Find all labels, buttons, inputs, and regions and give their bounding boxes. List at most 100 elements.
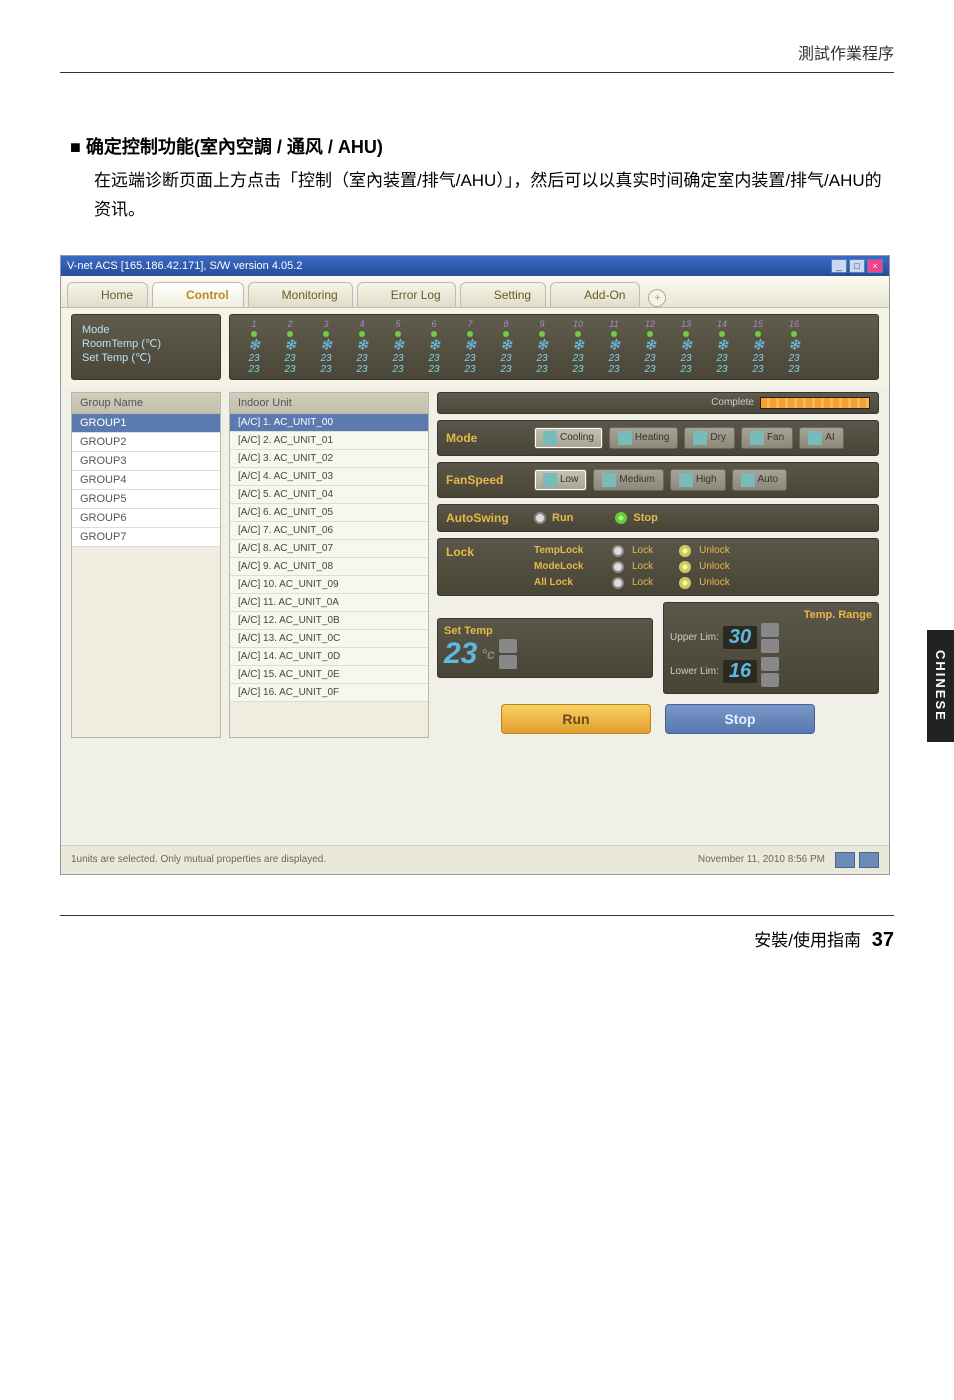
temprange-panel: Temp. Range Upper Lim: 30 Lower Lim: 16 bbox=[663, 602, 879, 694]
unit-col-15[interactable]: 15❄2323 bbox=[740, 319, 776, 375]
settemp-value: 23 bbox=[444, 637, 477, 671]
lower-down-button[interactable] bbox=[761, 673, 779, 687]
group-panel: Group Name GROUP1GROUP2GROUP3GROUP4GROUP… bbox=[71, 392, 221, 738]
fan-option-low[interactable]: Low bbox=[534, 469, 587, 491]
unlock-radio[interactable] bbox=[679, 545, 691, 557]
unit-col-7[interactable]: 7❄2323 bbox=[452, 319, 488, 375]
indoor-unit-row[interactable]: [A/C] 9. AC_UNIT_08 bbox=[230, 558, 428, 576]
temprange-label: Temp. Range bbox=[670, 609, 872, 621]
tab-add-on[interactable]: Add-On bbox=[550, 282, 640, 307]
group-row[interactable]: GROUP1 bbox=[72, 414, 220, 433]
add-tab-button[interactable]: + bbox=[648, 289, 666, 307]
settemp-panel-label: Set Temp bbox=[444, 625, 646, 637]
indoor-unit-row[interactable]: [A/C] 1. AC_UNIT_00 bbox=[230, 414, 428, 432]
unlock-radio[interactable] bbox=[679, 561, 691, 573]
autoswing-stop-radio[interactable] bbox=[615, 512, 627, 524]
complete-label: Complete bbox=[711, 397, 754, 408]
upper-down-button[interactable] bbox=[761, 639, 779, 653]
unit-col-11[interactable]: 11❄2323 bbox=[596, 319, 632, 375]
unit-col-16[interactable]: 16❄2323 bbox=[776, 319, 812, 375]
lock-radio[interactable] bbox=[612, 545, 624, 557]
settemp-label: Set Temp (℃) bbox=[82, 351, 151, 364]
upper-limit-label: Upper Lim: bbox=[670, 632, 719, 643]
indoor-unit-row[interactable]: [A/C] 16. AC_UNIT_0F bbox=[230, 684, 428, 702]
group-row[interactable]: GROUP2 bbox=[72, 433, 220, 452]
indoor-unit-row[interactable]: [A/C] 2. AC_UNIT_01 bbox=[230, 432, 428, 450]
unit-col-9[interactable]: 9❄2323 bbox=[524, 319, 560, 375]
stop-button[interactable]: Stop bbox=[665, 704, 815, 734]
mode-option-ai[interactable]: AI bbox=[799, 427, 843, 449]
autoswing-stop-label: Stop bbox=[633, 512, 657, 524]
group-header: Group Name bbox=[72, 393, 220, 414]
unit-col-1[interactable]: 1❄2323 bbox=[236, 319, 272, 375]
tab-error-log[interactable]: Error Log bbox=[357, 282, 456, 307]
status-icon-2[interactable] bbox=[859, 852, 879, 868]
lock-radio[interactable] bbox=[612, 577, 624, 589]
lock-radio[interactable] bbox=[612, 561, 624, 573]
unit-col-12[interactable]: 12❄2323 bbox=[632, 319, 668, 375]
page-number: 37 bbox=[872, 929, 894, 951]
settemp-up-button[interactable] bbox=[499, 639, 517, 653]
indoor-unit-row[interactable]: [A/C] 11. AC_UNIT_0A bbox=[230, 594, 428, 612]
close-button[interactable]: × bbox=[867, 259, 883, 273]
tab-bar: HomeControlMonitoringError LogSettingAdd… bbox=[61, 276, 889, 308]
indoor-unit-row[interactable]: [A/C] 14. AC_UNIT_0D bbox=[230, 648, 428, 666]
roomtemp-label: RoomTemp (℃) bbox=[82, 337, 161, 350]
group-row[interactable]: GROUP3 bbox=[72, 452, 220, 471]
fan-option-medium[interactable]: Medium bbox=[593, 469, 664, 491]
indoor-unit-row[interactable]: [A/C] 10. AC_UNIT_09 bbox=[230, 576, 428, 594]
indoor-unit-row[interactable]: [A/C] 3. AC_UNIT_02 bbox=[230, 450, 428, 468]
unlock-radio[interactable] bbox=[679, 577, 691, 589]
unit-col-3[interactable]: 3❄2323 bbox=[308, 319, 344, 375]
unit-col-10[interactable]: 10❄2323 bbox=[560, 319, 596, 375]
indoor-header: Indoor Unit bbox=[230, 393, 428, 414]
mode-option-fan[interactable]: Fan bbox=[741, 427, 793, 449]
window-title: V-net ACS [165.186.42.171], S/W version … bbox=[67, 260, 302, 272]
lower-up-button[interactable] bbox=[761, 657, 779, 671]
unit-col-6[interactable]: 6❄2323 bbox=[416, 319, 452, 375]
unit-col-5[interactable]: 5❄2323 bbox=[380, 319, 416, 375]
group-row[interactable]: GROUP6 bbox=[72, 509, 220, 528]
indoor-unit-row[interactable]: [A/C] 5. AC_UNIT_04 bbox=[230, 486, 428, 504]
mode-option-cooling[interactable]: Cooling bbox=[534, 427, 603, 449]
settemp-down-button[interactable] bbox=[499, 655, 517, 669]
fan-option-auto[interactable]: Auto bbox=[732, 469, 788, 491]
unit-col-13[interactable]: 13❄2323 bbox=[668, 319, 704, 375]
run-button[interactable]: Run bbox=[501, 704, 651, 734]
unit-col-14[interactable]: 14❄2323 bbox=[704, 319, 740, 375]
indoor-unit-row[interactable]: [A/C] 7. AC_UNIT_06 bbox=[230, 522, 428, 540]
status-icon-1[interactable] bbox=[835, 852, 855, 868]
group-row[interactable]: GROUP7 bbox=[72, 528, 220, 547]
tab-control[interactable]: Control bbox=[152, 282, 244, 307]
group-row[interactable]: GROUP5 bbox=[72, 490, 220, 509]
mode-option-dry[interactable]: Dry bbox=[684, 427, 735, 449]
mode-label: Mode bbox=[82, 324, 110, 336]
mode-control-label: Mode bbox=[446, 431, 526, 445]
tab-home[interactable]: Home bbox=[67, 282, 148, 307]
group-row[interactable]: GROUP4 bbox=[72, 471, 220, 490]
minimize-button[interactable]: _ bbox=[831, 259, 847, 273]
autoswing-run-radio[interactable] bbox=[534, 512, 546, 524]
indoor-unit-row[interactable]: [A/C] 4. AC_UNIT_03 bbox=[230, 468, 428, 486]
settemp-unit: °c bbox=[481, 646, 494, 662]
app-window: V-net ACS [165.186.42.171], S/W version … bbox=[60, 255, 890, 875]
unit-col-4[interactable]: 4❄2323 bbox=[344, 319, 380, 375]
tab-monitoring[interactable]: Monitoring bbox=[248, 282, 353, 307]
lock-row: TempLockLockUnlock bbox=[534, 545, 870, 557]
section-body-text: 在远端诊断页面上方点击「控制（室內装置/排气/AHU）」，然后可以以真实时间确定… bbox=[94, 167, 894, 225]
indoor-unit-row[interactable]: [A/C] 8. AC_UNIT_07 bbox=[230, 540, 428, 558]
indoor-unit-row[interactable]: [A/C] 6. AC_UNIT_05 bbox=[230, 504, 428, 522]
maximize-button[interactable]: □ bbox=[849, 259, 865, 273]
tab-setting[interactable]: Setting bbox=[460, 282, 546, 307]
mode-option-heating[interactable]: Heating bbox=[609, 427, 678, 449]
autoswing-label: AutoSwing bbox=[446, 511, 526, 525]
indoor-unit-row[interactable]: [A/C] 12. AC_UNIT_0B bbox=[230, 612, 428, 630]
upper-up-button[interactable] bbox=[761, 623, 779, 637]
unit-col-8[interactable]: 8❄2323 bbox=[488, 319, 524, 375]
lock-control-group: Lock TempLockLockUnlockModeLockLockUnloc… bbox=[437, 538, 879, 596]
indoor-unit-row[interactable]: [A/C] 13. AC_UNIT_0C bbox=[230, 630, 428, 648]
status-bar: 1units are selected. Only mutual propert… bbox=[61, 845, 889, 874]
unit-col-2[interactable]: 2❄2323 bbox=[272, 319, 308, 375]
fan-option-high[interactable]: High bbox=[670, 469, 726, 491]
indoor-unit-row[interactable]: [A/C] 15. AC_UNIT_0E bbox=[230, 666, 428, 684]
